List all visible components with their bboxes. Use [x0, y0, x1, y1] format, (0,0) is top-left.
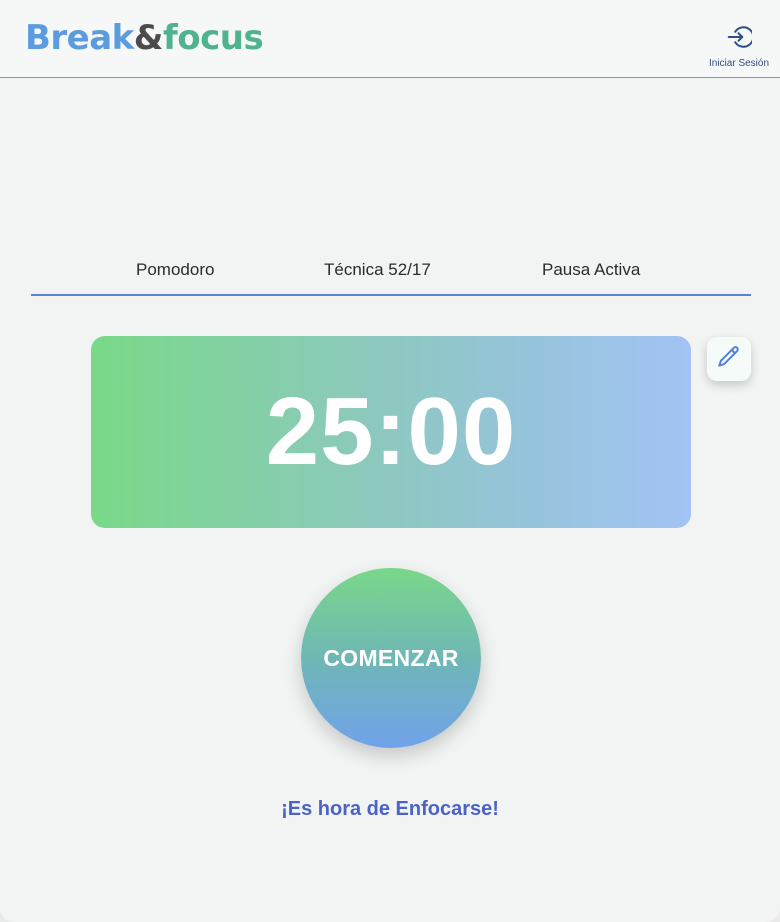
login-label: Iniciar Sesión — [708, 58, 770, 69]
tab-tecnica-52-17[interactable]: Técnica 52/17 — [324, 260, 431, 280]
status-message: ¡Es hora de Enfocarse! — [281, 798, 499, 820]
timer-value: 25:00 — [265, 378, 517, 485]
timer-display: 25:00 — [91, 336, 691, 528]
tab-pomodoro[interactable]: Pomodoro — [136, 260, 214, 280]
pencil-icon — [716, 344, 742, 375]
start-button[interactable]: COMENZAR — [301, 568, 481, 748]
header: Break&focus Iniciar Sesión — [0, 0, 780, 78]
logo: Break&focus — [25, 17, 264, 59]
start-button-label: COMENZAR — [323, 644, 459, 671]
login-button[interactable]: Iniciar Sesión — [704, 24, 774, 69]
logo-break: Break — [25, 18, 134, 58]
login-icon — [726, 24, 755, 55]
edit-timer-button[interactable] — [707, 337, 751, 381]
logo-ampersand: & — [133, 18, 164, 58]
technique-tabs: Pomodoro Técnica 52/17 Pausa Activa — [31, 252, 751, 296]
logo-focus: focus — [162, 18, 264, 58]
app-window: Break&focus Iniciar Sesión Pomodoro Técn… — [0, 0, 780, 922]
tab-pausa-activa[interactable]: Pausa Activa — [542, 260, 640, 280]
